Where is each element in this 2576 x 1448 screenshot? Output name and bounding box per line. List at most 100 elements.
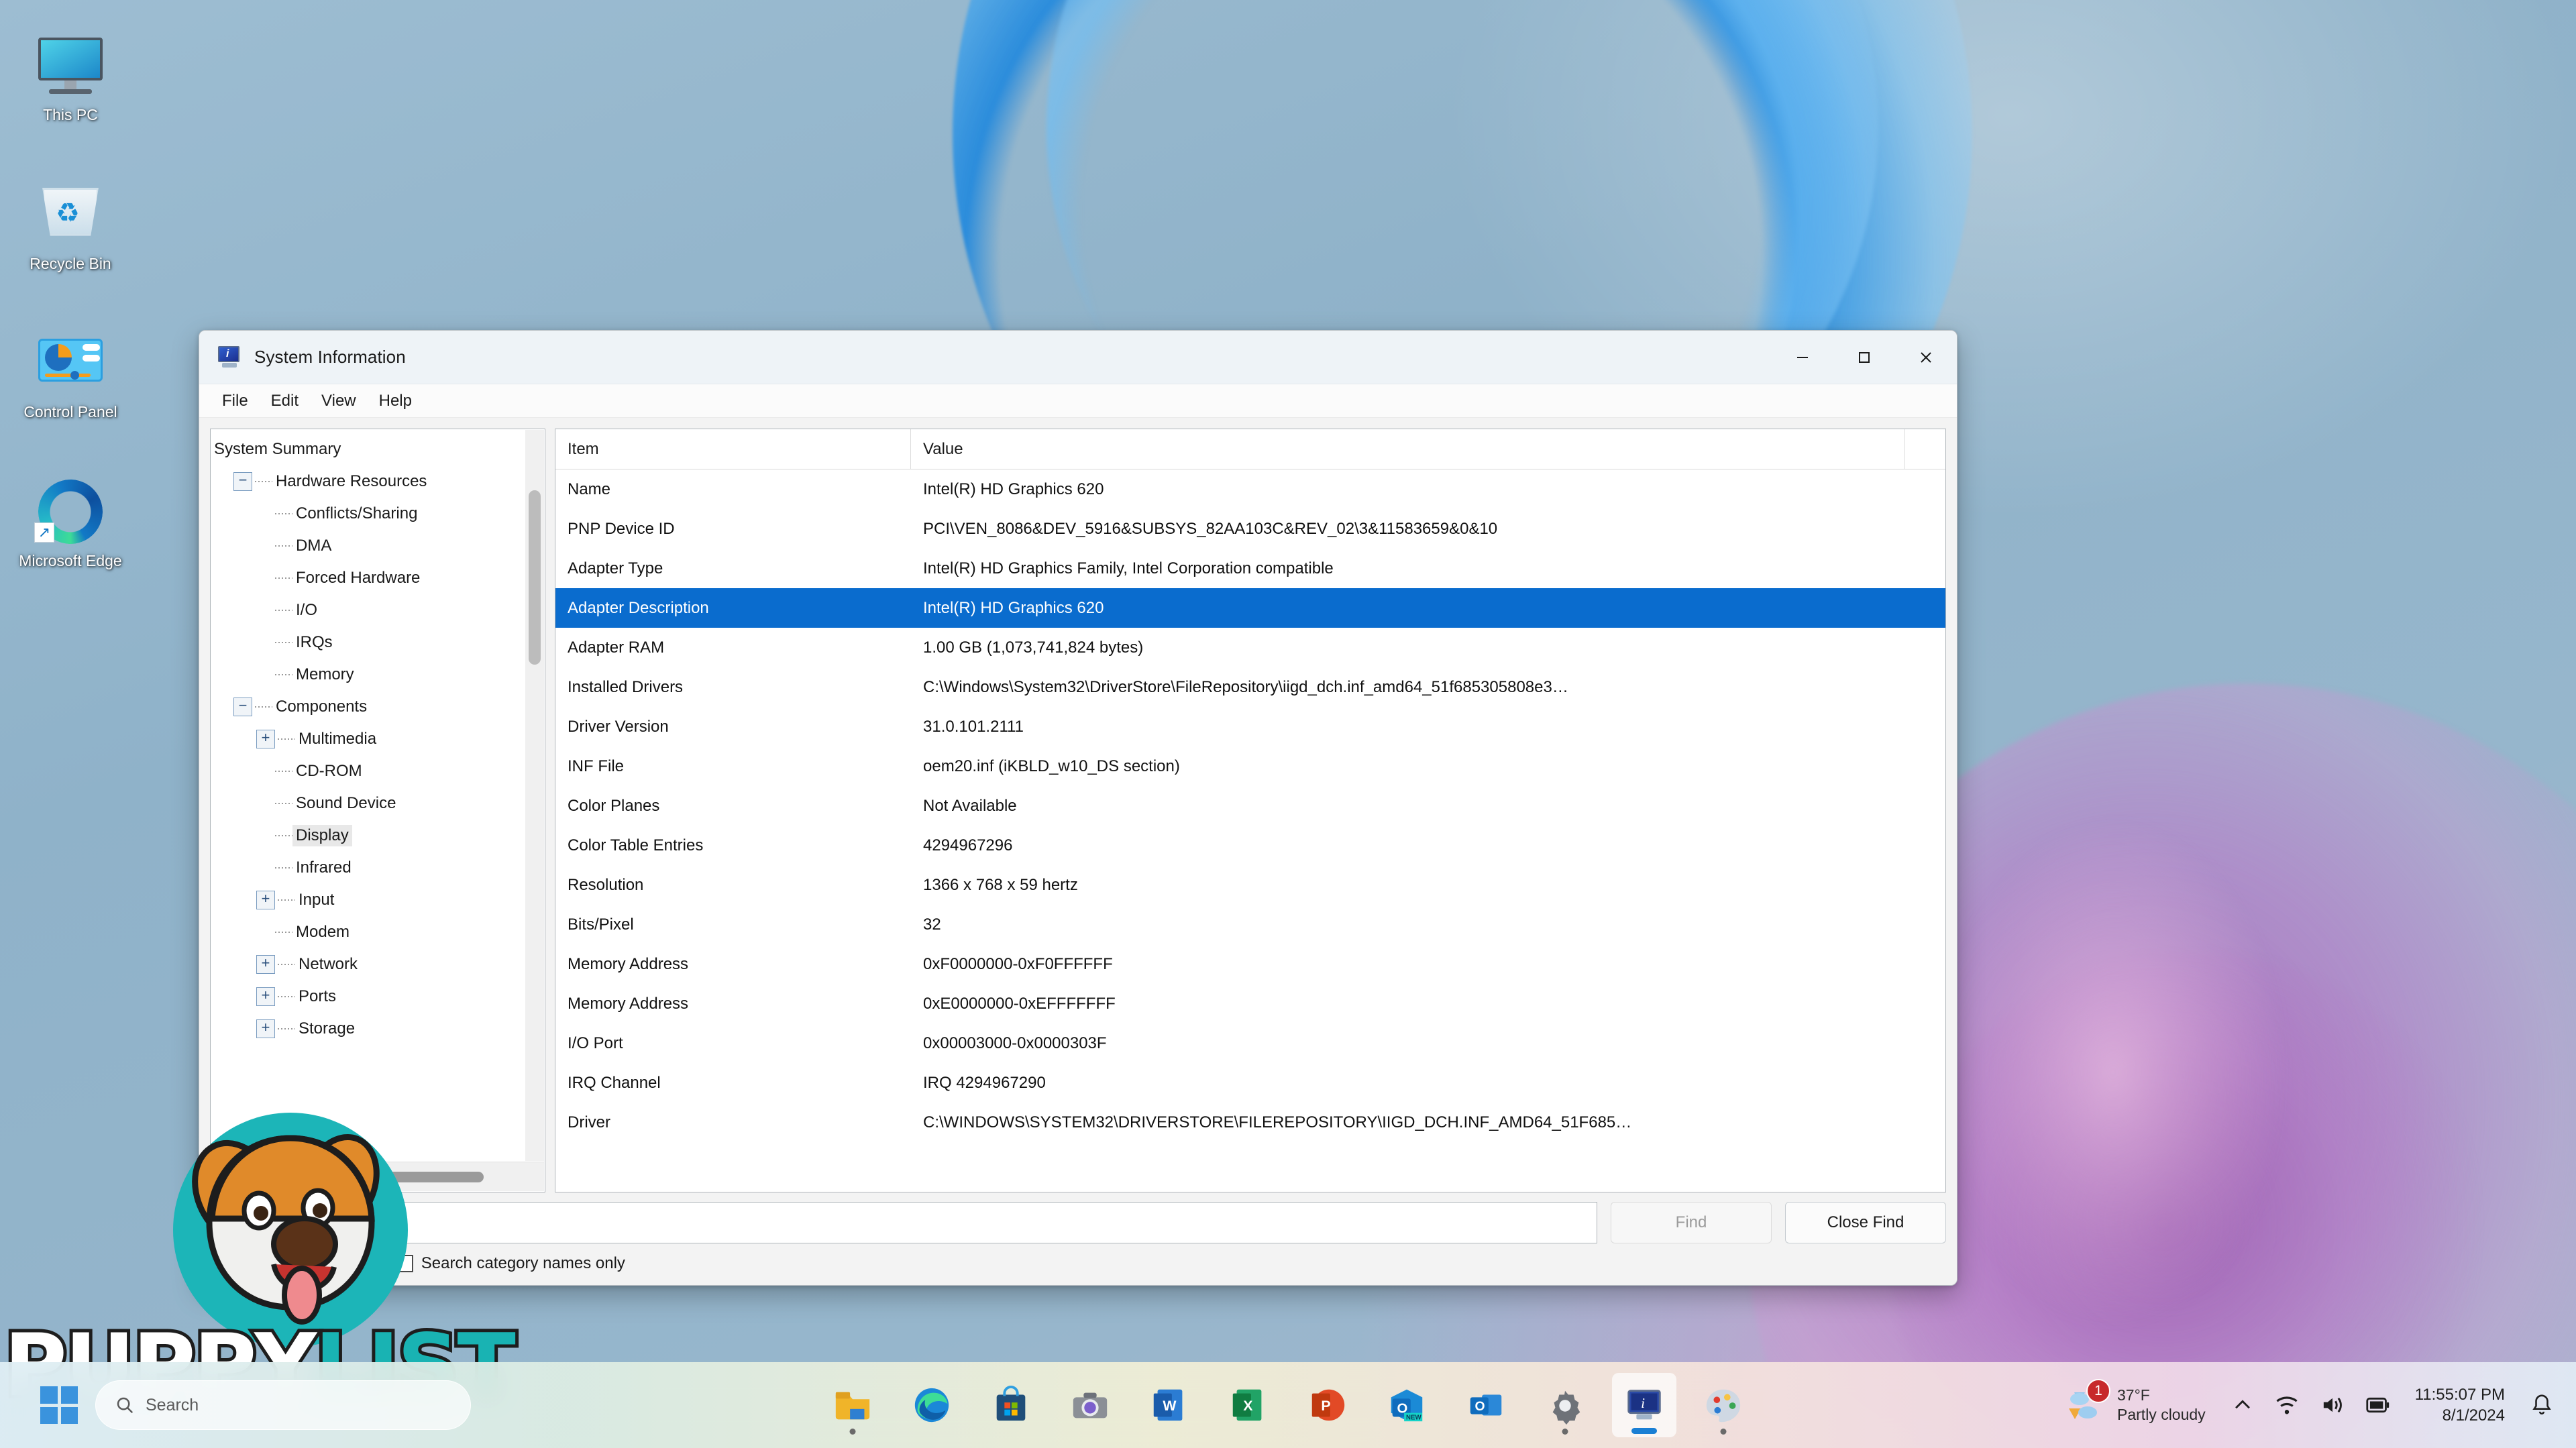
- tree-vertical-scroll-thumb[interactable]: [529, 490, 541, 665]
- table-row[interactable]: INF File oem20.inf (iKBLD_w10_DS section): [555, 746, 1945, 786]
- taskbar-powerpoint[interactable]: P: [1295, 1373, 1360, 1437]
- desktop-icon-this-pc[interactable]: This PC: [0, 20, 141, 130]
- maximize-button[interactable]: [1833, 331, 1895, 384]
- tree-node-storage[interactable]: + Storage: [211, 1013, 545, 1045]
- table-row[interactable]: PNP Device ID PCI\VEN_8086&DEV_5916&SUBSY…: [555, 509, 1945, 549]
- wifi-icon[interactable]: [2274, 1394, 2300, 1416]
- menu-item-file[interactable]: File: [213, 389, 258, 413]
- start-button-icon[interactable]: [40, 1386, 78, 1424]
- tree-node-memory[interactable]: Memory: [211, 659, 545, 691]
- column-header-item[interactable]: Item: [555, 429, 911, 469]
- table-row[interactable]: Bits/Pixel 32: [555, 905, 1945, 944]
- desktop-icon-label: Microsoft Edge: [19, 551, 122, 569]
- desktop-icon-list: This PC ♻ Recycle Bin Control Panel ↗ Mi…: [0, 20, 154, 614]
- svg-text:P: P: [1321, 1398, 1330, 1414]
- tree-node-components[interactable]: − Components: [211, 691, 545, 723]
- desktop-icon-control-panel[interactable]: Control Panel: [0, 317, 141, 427]
- taskbar-paint[interactable]: [1691, 1373, 1756, 1437]
- column-header-value[interactable]: Value: [911, 429, 1905, 469]
- tree-node-label: Infrared: [296, 858, 352, 877]
- tree-node-i-o[interactable]: I/O: [211, 594, 545, 626]
- volume-icon[interactable]: [2320, 1394, 2345, 1416]
- table-row[interactable]: Color Planes Not Available: [555, 786, 1945, 826]
- menu-item-view[interactable]: View: [312, 389, 366, 413]
- table-row[interactable]: Adapter Description Intel(R) HD Graphics …: [555, 588, 1945, 628]
- table-row[interactable]: Installed Drivers C:\Windows\System32\Dri…: [555, 667, 1945, 707]
- battery-icon[interactable]: [2365, 1395, 2390, 1415]
- tree-expander-plus-icon[interactable]: +: [256, 891, 275, 909]
- menu-item-edit[interactable]: Edit: [262, 389, 308, 413]
- search-category-names-option[interactable]: Search category names only: [395, 1254, 625, 1273]
- chevron-up-icon[interactable]: [2231, 1394, 2254, 1416]
- taskbar-clock[interactable]: 11:55:07 PM 8/1/2024: [2415, 1384, 2505, 1426]
- tree-node-infrared[interactable]: Infrared: [211, 852, 545, 884]
- close-find-button[interactable]: Close Find: [1785, 1202, 1946, 1243]
- tree-node-modem[interactable]: Modem: [211, 916, 545, 948]
- tree-node-network[interactable]: + Network: [211, 948, 545, 981]
- table-row[interactable]: Name Intel(R) HD Graphics 620: [555, 469, 1945, 509]
- taskbar-settings[interactable]: [1533, 1373, 1597, 1437]
- search-selected-category-option[interactable]: category only: [219, 1254, 315, 1273]
- weather-text: 37°F Partly cloudy: [2117, 1386, 2206, 1425]
- table-row[interactable]: Driver Version 31.0.101.2111: [555, 707, 1945, 746]
- taskbar-camera[interactable]: [1058, 1373, 1122, 1437]
- row-item: Memory Address: [568, 994, 689, 1013]
- find-button[interactable]: Find: [1611, 1202, 1772, 1243]
- table-row[interactable]: IRQ Channel IRQ 4294967290: [555, 1063, 1945, 1103]
- system-information-icon: i: [1627, 1390, 1661, 1420]
- bell-icon[interactable]: [2530, 1392, 2553, 1418]
- taskbar-system-information[interactable]: i: [1612, 1373, 1676, 1437]
- tree-expander-plus-icon[interactable]: +: [256, 730, 275, 748]
- table-row[interactable]: Resolution 1366 x 768 x 59 hertz: [555, 865, 1945, 905]
- table-row[interactable]: Memory Address 0xE0000000-0xEFFFFFFF: [555, 984, 1945, 1023]
- taskbar-microsoft-store[interactable]: [979, 1373, 1043, 1437]
- table-row[interactable]: Adapter Type Intel(R) HD Graphics Family,…: [555, 549, 1945, 588]
- find-input[interactable]: [210, 1202, 1597, 1243]
- tree-expander-minus-icon[interactable]: −: [233, 472, 252, 491]
- tree-node-label: Components: [276, 698, 368, 716]
- tree-node-forced-hardware[interactable]: Forced Hardware: [211, 562, 545, 594]
- close-button[interactable]: [1895, 331, 1957, 384]
- tree-node-display[interactable]: Display: [211, 820, 545, 852]
- tree-node-label: Storage: [299, 1019, 356, 1038]
- category-tree[interactable]: System Summary − Hardware Resources Conflic…: [211, 429, 545, 1192]
- taskbar-word[interactable]: W: [1137, 1373, 1201, 1437]
- taskbar-microsoft-edge[interactable]: [900, 1373, 964, 1437]
- taskbar-outlook[interactable]: O: [1454, 1373, 1518, 1437]
- taskbar-excel[interactable]: X: [1216, 1373, 1281, 1437]
- table-row[interactable]: Color Table Entries 4294967296: [555, 826, 1945, 865]
- tree-node-dma[interactable]: DMA: [211, 530, 545, 562]
- window-titlebar[interactable]: i System Information: [199, 331, 1957, 384]
- tree-node-sound-device[interactable]: Sound Device: [211, 787, 545, 820]
- row-item: Driver Version: [568, 717, 669, 736]
- tree-horizontal-scroll-thumb[interactable]: [276, 1172, 484, 1182]
- taskbar-outlook-new[interactable]: O NEW: [1375, 1373, 1439, 1437]
- table-row[interactable]: Driver C:\WINDOWS\SYSTEM32\DRIVERSTORE\FI…: [555, 1103, 1945, 1142]
- menu-item-help[interactable]: Help: [370, 389, 421, 413]
- tree-node-conflicts-sharing[interactable]: Conflicts/Sharing: [211, 498, 545, 530]
- search-category-names-checkbox[interactable]: [395, 1255, 413, 1272]
- desktop-icon-recycle-bin[interactable]: ♻ Recycle Bin: [0, 169, 141, 279]
- table-row[interactable]: I/O Port 0x00003000-0x0000303F: [555, 1023, 1945, 1063]
- taskbar-weather-widget[interactable]: 1 37°F Partly cloudy: [2065, 1379, 2206, 1425]
- minimize-button[interactable]: [1772, 331, 1833, 384]
- taskbar-file-explorer[interactable]: [820, 1373, 885, 1437]
- taskbar-search-box[interactable]: Search: [95, 1380, 471, 1430]
- tree-expander-minus-icon[interactable]: −: [233, 698, 252, 716]
- tree-node-irqs[interactable]: IRQs: [211, 626, 545, 659]
- tree-vertical-scrollbar[interactable]: [525, 430, 544, 1161]
- tree-node-cd-rom[interactable]: CD-ROM: [211, 755, 545, 787]
- tree-node-input[interactable]: + Input: [211, 884, 545, 916]
- tree-node-ports[interactable]: + Ports: [211, 981, 545, 1013]
- desktop-icon-microsoft-edge[interactable]: ↗ Microsoft Edge: [0, 466, 141, 576]
- tree-node-multimedia[interactable]: + Multimedia: [211, 723, 545, 755]
- tree-expander-plus-icon[interactable]: +: [256, 987, 275, 1006]
- tree-node-hardware-resources[interactable]: − Hardware Resources: [211, 465, 545, 498]
- tree-horizontal-scrollbar[interactable]: [211, 1162, 544, 1191]
- tree-expander-plus-icon[interactable]: +: [256, 1019, 275, 1038]
- tree-expander-plus-icon[interactable]: +: [256, 955, 275, 974]
- table-row[interactable]: Adapter RAM 1.00 GB (1,073,741,824 bytes): [555, 628, 1945, 667]
- table-row[interactable]: Memory Address 0xF0000000-0xF0FFFFFF: [555, 944, 1945, 984]
- search-category-names-label: Search category names only: [421, 1254, 625, 1272]
- tree-node-system-summary[interactable]: System Summary: [211, 433, 545, 465]
